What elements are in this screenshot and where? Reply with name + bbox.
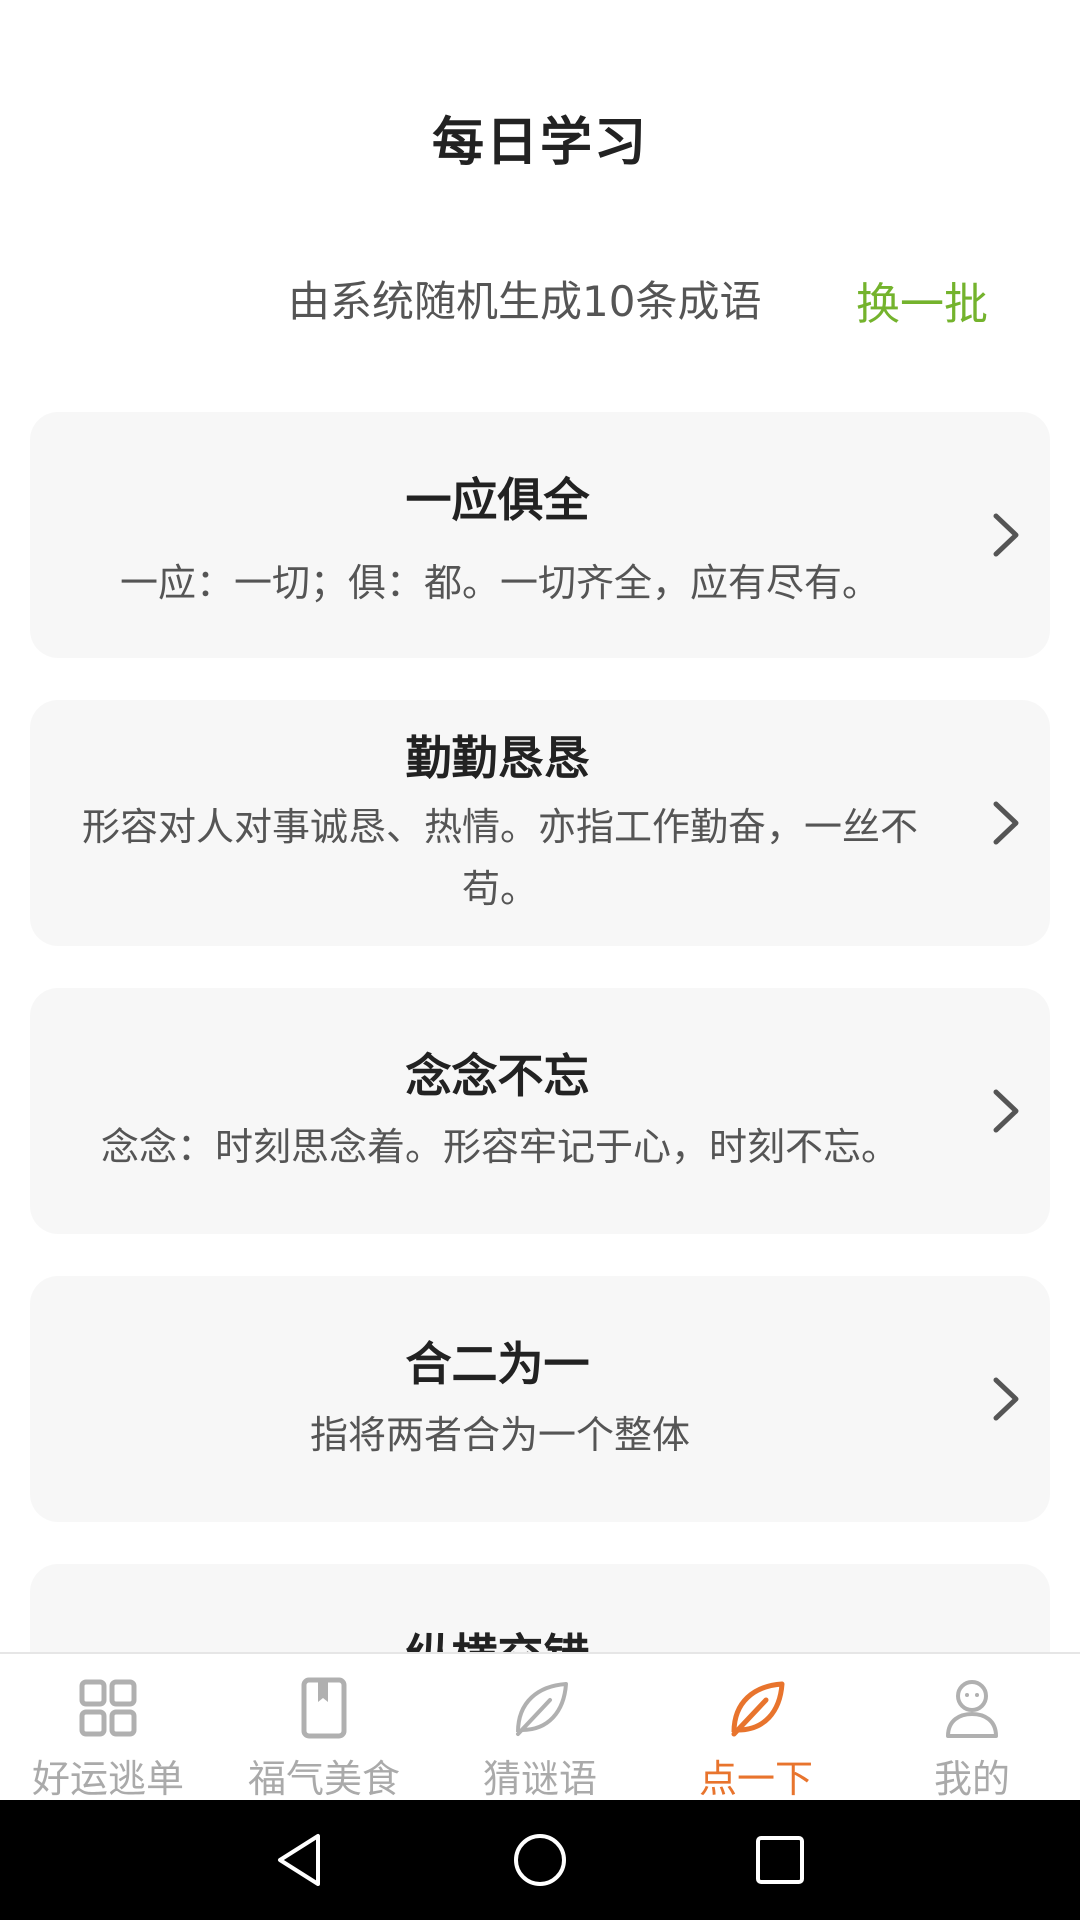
tab-label: 我的	[933, 1757, 1010, 1801]
idiom-description: 一应：一切；俱：都。一切齐全，应有尽有。	[119, 561, 880, 605]
subtitle-text: 由系统随机生成10条成语	[288, 277, 762, 326]
idiom-title: 一应俱全	[405, 473, 590, 527]
idiom-list: 一应俱全 一应：一切；俱：都。一切齐全，应有尽有。 勤勤恳恳 形容对人对事诚恳、…	[30, 412, 1050, 1652]
tab-fuqi[interactable]: 福气美食	[216, 1654, 432, 1802]
grid-icon	[79, 1679, 137, 1737]
back-icon[interactable]	[270, 1830, 330, 1890]
idiom-description: 形容对人对事诚恳、热情。亦指工作勤奋，一丝不苟。	[81, 805, 918, 911]
tab-wode[interactable]: 我的	[864, 1654, 1080, 1802]
app-screen: 每日学习 由系统随机生成10条成语 换一批 一应俱全 一应：一切；俱：都。一切齐…	[0, 0, 1080, 1920]
idiom-card[interactable]: 勤勤恳恳 形容对人对事诚恳、热情。亦指工作勤奋，一丝不苟。	[30, 700, 1050, 946]
tab-label: 猜谜语	[482, 1757, 597, 1801]
home-icon[interactable]	[510, 1830, 570, 1890]
tab-label: 福气美食	[247, 1757, 400, 1801]
tab-label: 点一下	[698, 1757, 813, 1801]
tab-label: 好运逃单	[31, 1757, 184, 1801]
chevron-right-icon	[993, 513, 1019, 557]
leaf-icon	[516, 1682, 568, 1736]
tab-haoyun[interactable]: 好运逃单	[0, 1654, 216, 1802]
idiom-card[interactable]: 纵横交错	[30, 1564, 1050, 1652]
refresh-button[interactable]: 换一批	[856, 268, 988, 332]
idiom-card[interactable]: 合二为一 指将两者合为一个整体	[30, 1276, 1050, 1522]
tab-caimiyu[interactable]: 猜谜语	[432, 1654, 648, 1802]
idiom-card[interactable]: 一应俱全 一应：一切；俱：都。一切齐全，应有尽有。	[30, 412, 1050, 658]
idiom-description: 指将两者合为一个整体	[309, 1413, 690, 1457]
recents-icon[interactable]	[750, 1830, 810, 1890]
idiom-title: 念念不忘	[405, 1049, 590, 1103]
system-navigation-bar	[0, 1800, 1080, 1920]
idiom-title: 纵横交错	[30, 1620, 965, 1652]
idiom-title: 合二为一	[405, 1337, 590, 1391]
book-icon	[301, 1677, 347, 1739]
person-icon	[946, 1680, 998, 1738]
chevron-right-icon	[993, 1089, 1019, 1133]
subtitle-row: 由系统随机生成10条成语 换一批	[0, 264, 1080, 330]
idiom-description: 念念：时刻思念着。形容牢记于心，时刻不忘。	[100, 1125, 899, 1169]
bottom-tab-bar: 好运逃单 福气美食 猜谜语 点一下 我的	[0, 1652, 1080, 1802]
leaf-icon	[731, 1681, 785, 1737]
chevron-right-icon	[993, 1377, 1019, 1421]
idiom-title: 勤勤恳恳	[405, 731, 590, 785]
chevron-right-icon	[993, 801, 1019, 845]
page-title: 每日学习	[431, 113, 648, 173]
idiom-card[interactable]: 念念不忘 念念：时刻思念着。形容牢记于心，时刻不忘。	[30, 988, 1050, 1234]
tab-dianyixia[interactable]: 点一下	[648, 1654, 864, 1802]
